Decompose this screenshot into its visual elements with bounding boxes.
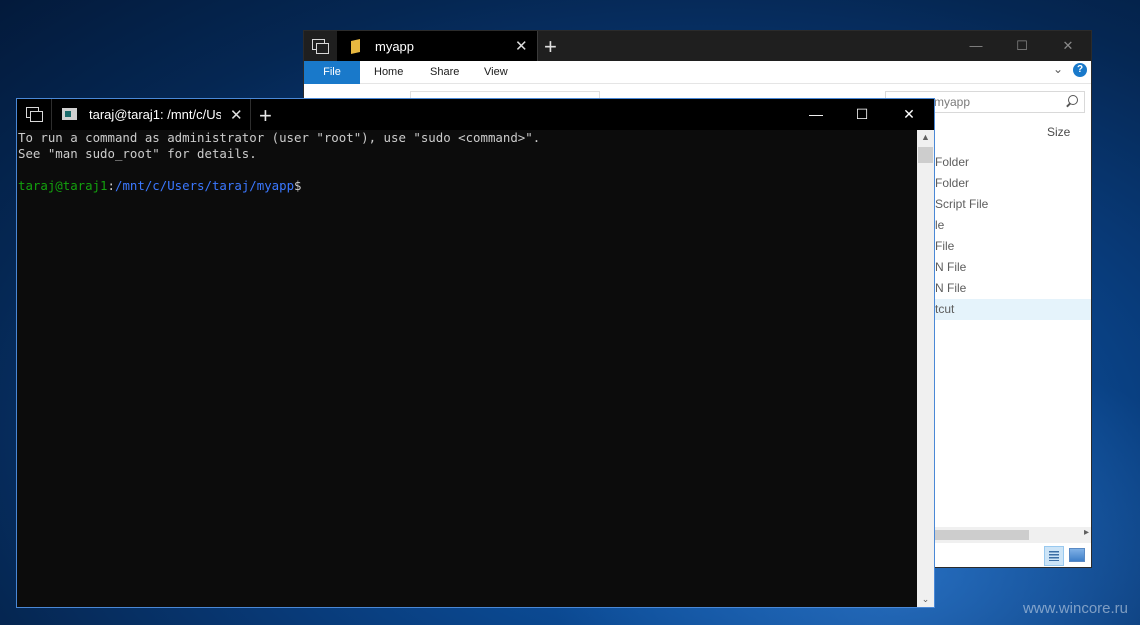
terminal-titlebar[interactable]: taraj@taraj1: /mnt/c/Users/taraj/myapp ✕…	[17, 99, 934, 130]
terminal-vertical-scrollbar[interactable]: ▲ ⌄	[917, 130, 934, 607]
list-item[interactable]: le	[919, 215, 1091, 236]
terminal-app-icon	[62, 108, 77, 120]
scroll-right-arrow-icon[interactable]: ▸	[1084, 527, 1089, 538]
explorer-ribbon: File Home Share View ⌄ ?	[304, 61, 1091, 84]
list-item-type: Script File	[935, 197, 989, 211]
explorer-close-button[interactable]: ✕	[1045, 31, 1091, 61]
terminal-scroll-thumb[interactable]	[918, 147, 933, 163]
scroll-up-arrow-icon[interactable]: ▲	[917, 132, 934, 142]
terminal-tab[interactable]: taraj@taraj1: /mnt/c/Users/taraj/myapp ✕	[51, 99, 251, 130]
list-item-type: le	[935, 218, 945, 232]
list-item[interactable]: N File	[919, 278, 1091, 299]
list-item-type: tcut	[935, 302, 955, 316]
explorer-search-text: myapp	[934, 95, 971, 109]
stacked-windows-icon	[26, 107, 43, 122]
explorer-titlebar[interactable]: myapp ✕ + — ☐ ✕	[304, 31, 1091, 61]
list-item-selected[interactable]: tcut	[919, 299, 1091, 320]
details-view-icon[interactable]	[1044, 546, 1064, 566]
search-icon[interactable]	[1065, 95, 1079, 109]
large-icons-view-icon[interactable]	[1069, 548, 1085, 562]
ribbon-home-tab[interactable]: Home	[374, 61, 403, 84]
list-item-type: N File	[935, 260, 967, 274]
explorer-horizontal-scrollbar[interactable]: ▸	[919, 527, 1091, 543]
terminal-tab-title: taraj@taraj1: /mnt/c/Users/taraj/myapp	[89, 107, 221, 122]
ribbon-expand-chevron-icon[interactable]: ⌄	[1053, 62, 1063, 76]
terminal-tabs-overview-button[interactable]	[17, 99, 50, 130]
terminal-minimize-button[interactable]: —	[793, 99, 839, 130]
explorer-tab-title: myapp	[375, 39, 415, 54]
terminal-close-button[interactable]: ✕	[886, 99, 932, 130]
terminal-new-tab-button[interactable]: +	[259, 103, 272, 129]
list-item-type: File	[935, 239, 955, 253]
terminal-window[interactable]: taraj@taraj1: /mnt/c/Users/taraj/myapp ✕…	[16, 98, 935, 608]
watermark: www.wincore.ru	[1022, 600, 1128, 617]
list-item[interactable]: File	[919, 236, 1091, 257]
ribbon-share-tab[interactable]: Share	[430, 61, 459, 84]
explorer-tab[interactable]: myapp ✕	[337, 31, 538, 61]
stacked-windows-icon	[312, 39, 329, 54]
terminal-output[interactable]: To run a command as administrator (user …	[17, 130, 918, 607]
explorer-maximize-button[interactable]: ☐	[999, 31, 1045, 61]
prompt-user-host: taraj@taraj1	[18, 178, 108, 193]
list-item[interactable]: N File	[919, 257, 1091, 278]
prompt-symbol: $	[294, 178, 302, 193]
list-item[interactable]: Script File	[919, 194, 1091, 215]
explorer-minimize-button[interactable]: —	[953, 31, 999, 61]
terminal-prompt[interactable]: taraj@taraj1:/mnt/c/Users/taraj/myapp$	[18, 178, 918, 194]
list-item-type: N File	[935, 281, 967, 295]
explorer-tabs-overview-button[interactable]	[304, 31, 336, 61]
explorer-scroll-thumb[interactable]	[919, 530, 1029, 540]
explorer-new-tab-button[interactable]: +	[544, 34, 557, 60]
list-item[interactable]: Folder	[919, 152, 1091, 173]
ribbon-view-tab[interactable]: View	[484, 61, 508, 84]
prompt-path: /mnt/c/Users/taraj/myapp	[115, 178, 295, 193]
terminal-maximize-button[interactable]: ☐	[839, 99, 885, 130]
terminal-tab-close-icon[interactable]: ✕	[230, 106, 243, 124]
terminal-output-line: See "man sudo_root" for details.	[18, 146, 257, 161]
explorer-file-list: Size Folder Folder Script File le File N…	[919, 117, 1091, 527]
explorer-statusbar	[919, 543, 1091, 567]
explorer-tab-close-icon[interactable]: ✕	[515, 37, 528, 55]
list-item[interactable]: Folder	[919, 173, 1091, 194]
scroll-down-arrow-icon[interactable]: ⌄	[917, 594, 934, 605]
ribbon-file-tab[interactable]: File	[304, 61, 360, 84]
prompt-separator: :	[107, 178, 115, 193]
list-item-type: Folder	[935, 155, 970, 169]
list-item-type: Folder	[935, 176, 970, 190]
help-icon[interactable]: ?	[1073, 63, 1087, 77]
folder-icon	[351, 40, 362, 53]
terminal-output-line: To run a command as administrator (user …	[18, 130, 541, 145]
column-header-size[interactable]: Size	[1047, 125, 1070, 139]
